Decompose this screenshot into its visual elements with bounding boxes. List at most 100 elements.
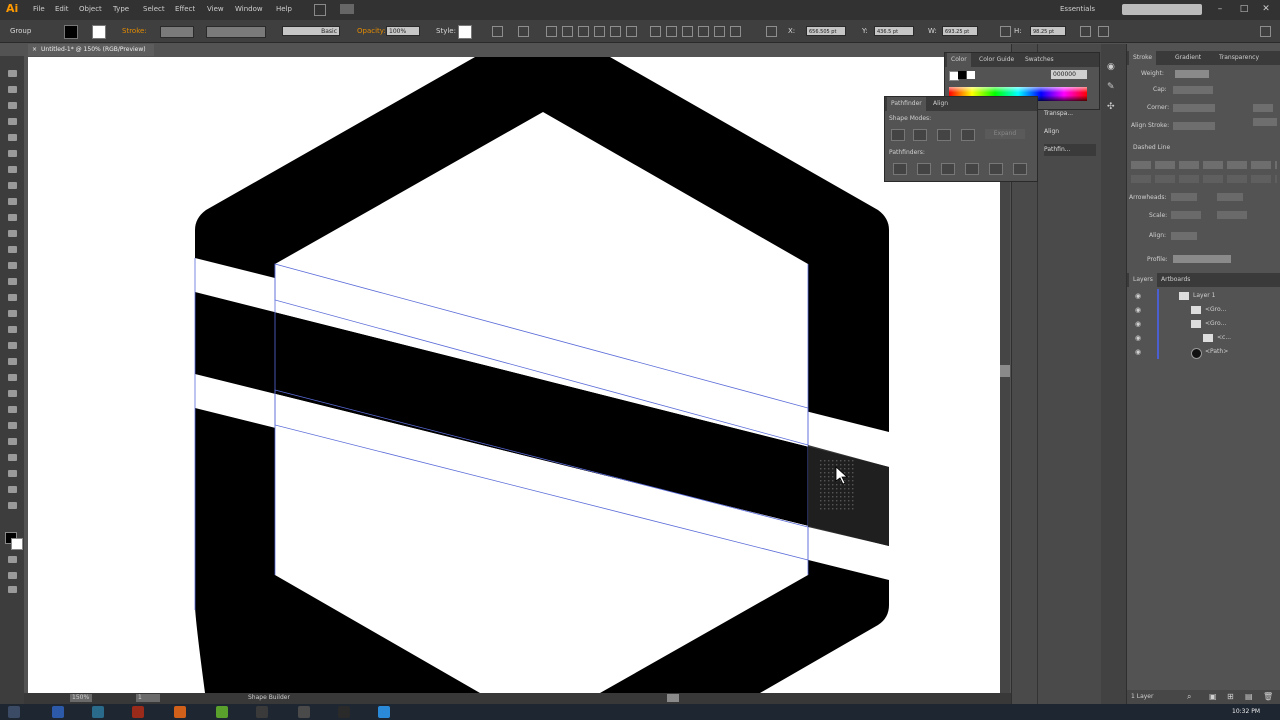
- fill-swatch[interactable]: [64, 25, 78, 39]
- dash-gap-fields[interactable]: [1131, 161, 1277, 169]
- align-left-icon[interactable]: [546, 26, 557, 37]
- opacity-field[interactable]: 100%: [386, 26, 420, 36]
- lasso-tool-icon[interactable]: [8, 118, 17, 125]
- taskbar-app-icon[interactable]: [132, 706, 144, 718]
- layer-name[interactable]: Layer 1: [1193, 292, 1215, 299]
- minus-back-icon[interactable]: [1013, 163, 1027, 175]
- stroke-weight-field[interactable]: [160, 26, 194, 38]
- artwork-canvas[interactable]: [28, 57, 1000, 693]
- opacity-label[interactable]: Opacity:: [357, 27, 386, 35]
- tab-layers[interactable]: Layers: [1129, 273, 1157, 287]
- align-hcenter-icon[interactable]: [562, 26, 573, 37]
- stroke-label[interactable]: Stroke:: [122, 27, 147, 35]
- arrowhead-end-select[interactable]: [1217, 193, 1243, 201]
- status-text[interactable]: Shape Builder: [248, 694, 290, 701]
- tool-stroke-swatch[interactable]: [11, 538, 23, 550]
- tab-align[interactable]: Align: [933, 100, 948, 107]
- layer-name[interactable]: <Path>: [1205, 348, 1228, 355]
- scale-end-field[interactable]: [1217, 211, 1247, 219]
- pencil-tool-icon[interactable]: [8, 214, 17, 221]
- minus-front-icon[interactable]: [913, 129, 927, 141]
- tab-stroke[interactable]: Stroke: [1129, 51, 1157, 65]
- align-panel-button[interactable]: Align: [1044, 126, 1096, 138]
- layer-name[interactable]: <c...: [1217, 334, 1231, 341]
- arrow-align-buttons[interactable]: [1171, 232, 1197, 240]
- tab-pathfinder[interactable]: Pathfinder: [887, 97, 926, 111]
- direct-selection-tool-icon[interactable]: [8, 86, 17, 93]
- taskbar-app-icon[interactable]: [92, 706, 104, 718]
- layer-name[interactable]: <Gro...: [1205, 306, 1226, 313]
- weight-field[interactable]: [1175, 70, 1209, 78]
- blend-tool-icon[interactable]: [8, 406, 17, 413]
- transparency-panel-button[interactable]: Transpa...: [1044, 108, 1096, 120]
- distribute-top-icon[interactable]: [650, 26, 661, 37]
- vertical-scroll-thumb[interactable]: [1000, 365, 1010, 377]
- merge-icon[interactable]: [941, 163, 955, 175]
- align-vcenter-icon[interactable]: [610, 26, 621, 37]
- artboard[interactable]: [28, 57, 1000, 693]
- minimize-button[interactable]: –: [1214, 4, 1226, 14]
- menu-file[interactable]: File: [33, 5, 45, 13]
- search-input[interactable]: [1122, 4, 1202, 15]
- distribute-vcenter-icon[interactable]: [666, 26, 677, 37]
- expand-button[interactable]: Expand: [985, 129, 1025, 139]
- unite-icon[interactable]: [891, 129, 905, 141]
- new-sublayer-icon[interactable]: ⊞: [1227, 692, 1234, 701]
- maximize-button[interactable]: □: [1238, 4, 1250, 14]
- white-swatch[interactable]: [967, 71, 975, 79]
- height-field[interactable]: 98.25 pt: [1030, 26, 1066, 36]
- arrowhead-start-select[interactable]: [1171, 193, 1197, 201]
- menu-effect[interactable]: Effect: [175, 5, 195, 13]
- visibility-eye-icon[interactable]: ◉: [1135, 334, 1141, 342]
- document-tab[interactable]: × Untitled-1* @ 150% (RGB/Preview): [28, 44, 154, 56]
- rectangle-tool-icon[interactable]: [8, 182, 17, 189]
- tab-transparency[interactable]: Transparency: [1219, 54, 1259, 61]
- selection-tool-icon[interactable]: [8, 70, 17, 77]
- layer-name[interactable]: <Gro...: [1205, 320, 1226, 327]
- gradient-tool-icon[interactable]: [8, 374, 17, 381]
- color-guide-icon[interactable]: ◉: [1107, 62, 1119, 72]
- cap-buttons[interactable]: [1173, 86, 1213, 94]
- reference-point-icon[interactable]: [766, 26, 777, 37]
- artboard-tool-icon[interactable]: [8, 454, 17, 461]
- pathfinder-panel-button[interactable]: Pathfin...: [1044, 144, 1096, 156]
- outline-icon[interactable]: [989, 163, 1003, 175]
- zoom-field[interactable]: 150%: [70, 694, 92, 702]
- symbols-icon[interactable]: ✣: [1107, 102, 1119, 112]
- layer-row[interactable]: ◉ <Gro...: [1127, 317, 1280, 331]
- horizontal-scroll-thumb[interactable]: [667, 694, 679, 702]
- dashed-line-checkbox[interactable]: Dashed Line: [1133, 144, 1170, 151]
- menu-object[interactable]: Object: [79, 5, 102, 13]
- shape-builder-tool-icon[interactable]: [8, 326, 17, 333]
- menu-window[interactable]: Window: [235, 5, 263, 13]
- locate-object-icon[interactable]: ⌕: [1187, 692, 1191, 702]
- scale-start-field[interactable]: [1171, 211, 1201, 219]
- layer-row[interactable]: ◉ <Path>: [1127, 345, 1280, 359]
- screen-mode-icon[interactable]: [8, 586, 17, 593]
- scale-tool-icon[interactable]: [8, 278, 17, 285]
- visibility-eye-icon[interactable]: ◉: [1135, 306, 1141, 314]
- close-tab-icon[interactable]: ×: [32, 46, 37, 53]
- tab-color[interactable]: Color: [947, 53, 971, 67]
- perspective-grid-tool-icon[interactable]: [8, 342, 17, 349]
- blob-brush-tool-icon[interactable]: [8, 230, 17, 237]
- recolor-icon[interactable]: [492, 26, 503, 37]
- exclude-icon[interactable]: [961, 129, 975, 141]
- zoom-tool-icon[interactable]: [8, 502, 17, 509]
- slice-tool-icon[interactable]: [8, 470, 17, 477]
- graphic-style-swatch[interactable]: [458, 25, 472, 39]
- rotate-tool-icon[interactable]: [8, 262, 17, 269]
- bridge-icon[interactable]: [314, 4, 326, 16]
- magic-wand-tool-icon[interactable]: [8, 102, 17, 109]
- hand-tool-icon[interactable]: [8, 486, 17, 493]
- taskbar-app-icon[interactable]: [52, 706, 64, 718]
- align-selection-icon[interactable]: [518, 26, 529, 37]
- layer-row[interactable]: ◉ <c...: [1127, 331, 1280, 345]
- tab-swatches[interactable]: Swatches: [1025, 56, 1054, 63]
- start-button-icon[interactable]: [8, 706, 20, 718]
- width-field[interactable]: 693.25 pt: [942, 26, 978, 36]
- taskbar-app-icon[interactable]: [216, 706, 228, 718]
- menu-view[interactable]: View: [207, 5, 224, 13]
- clock[interactable]: 10:32 PM: [1232, 708, 1260, 715]
- transform-icon[interactable]: [1080, 26, 1091, 37]
